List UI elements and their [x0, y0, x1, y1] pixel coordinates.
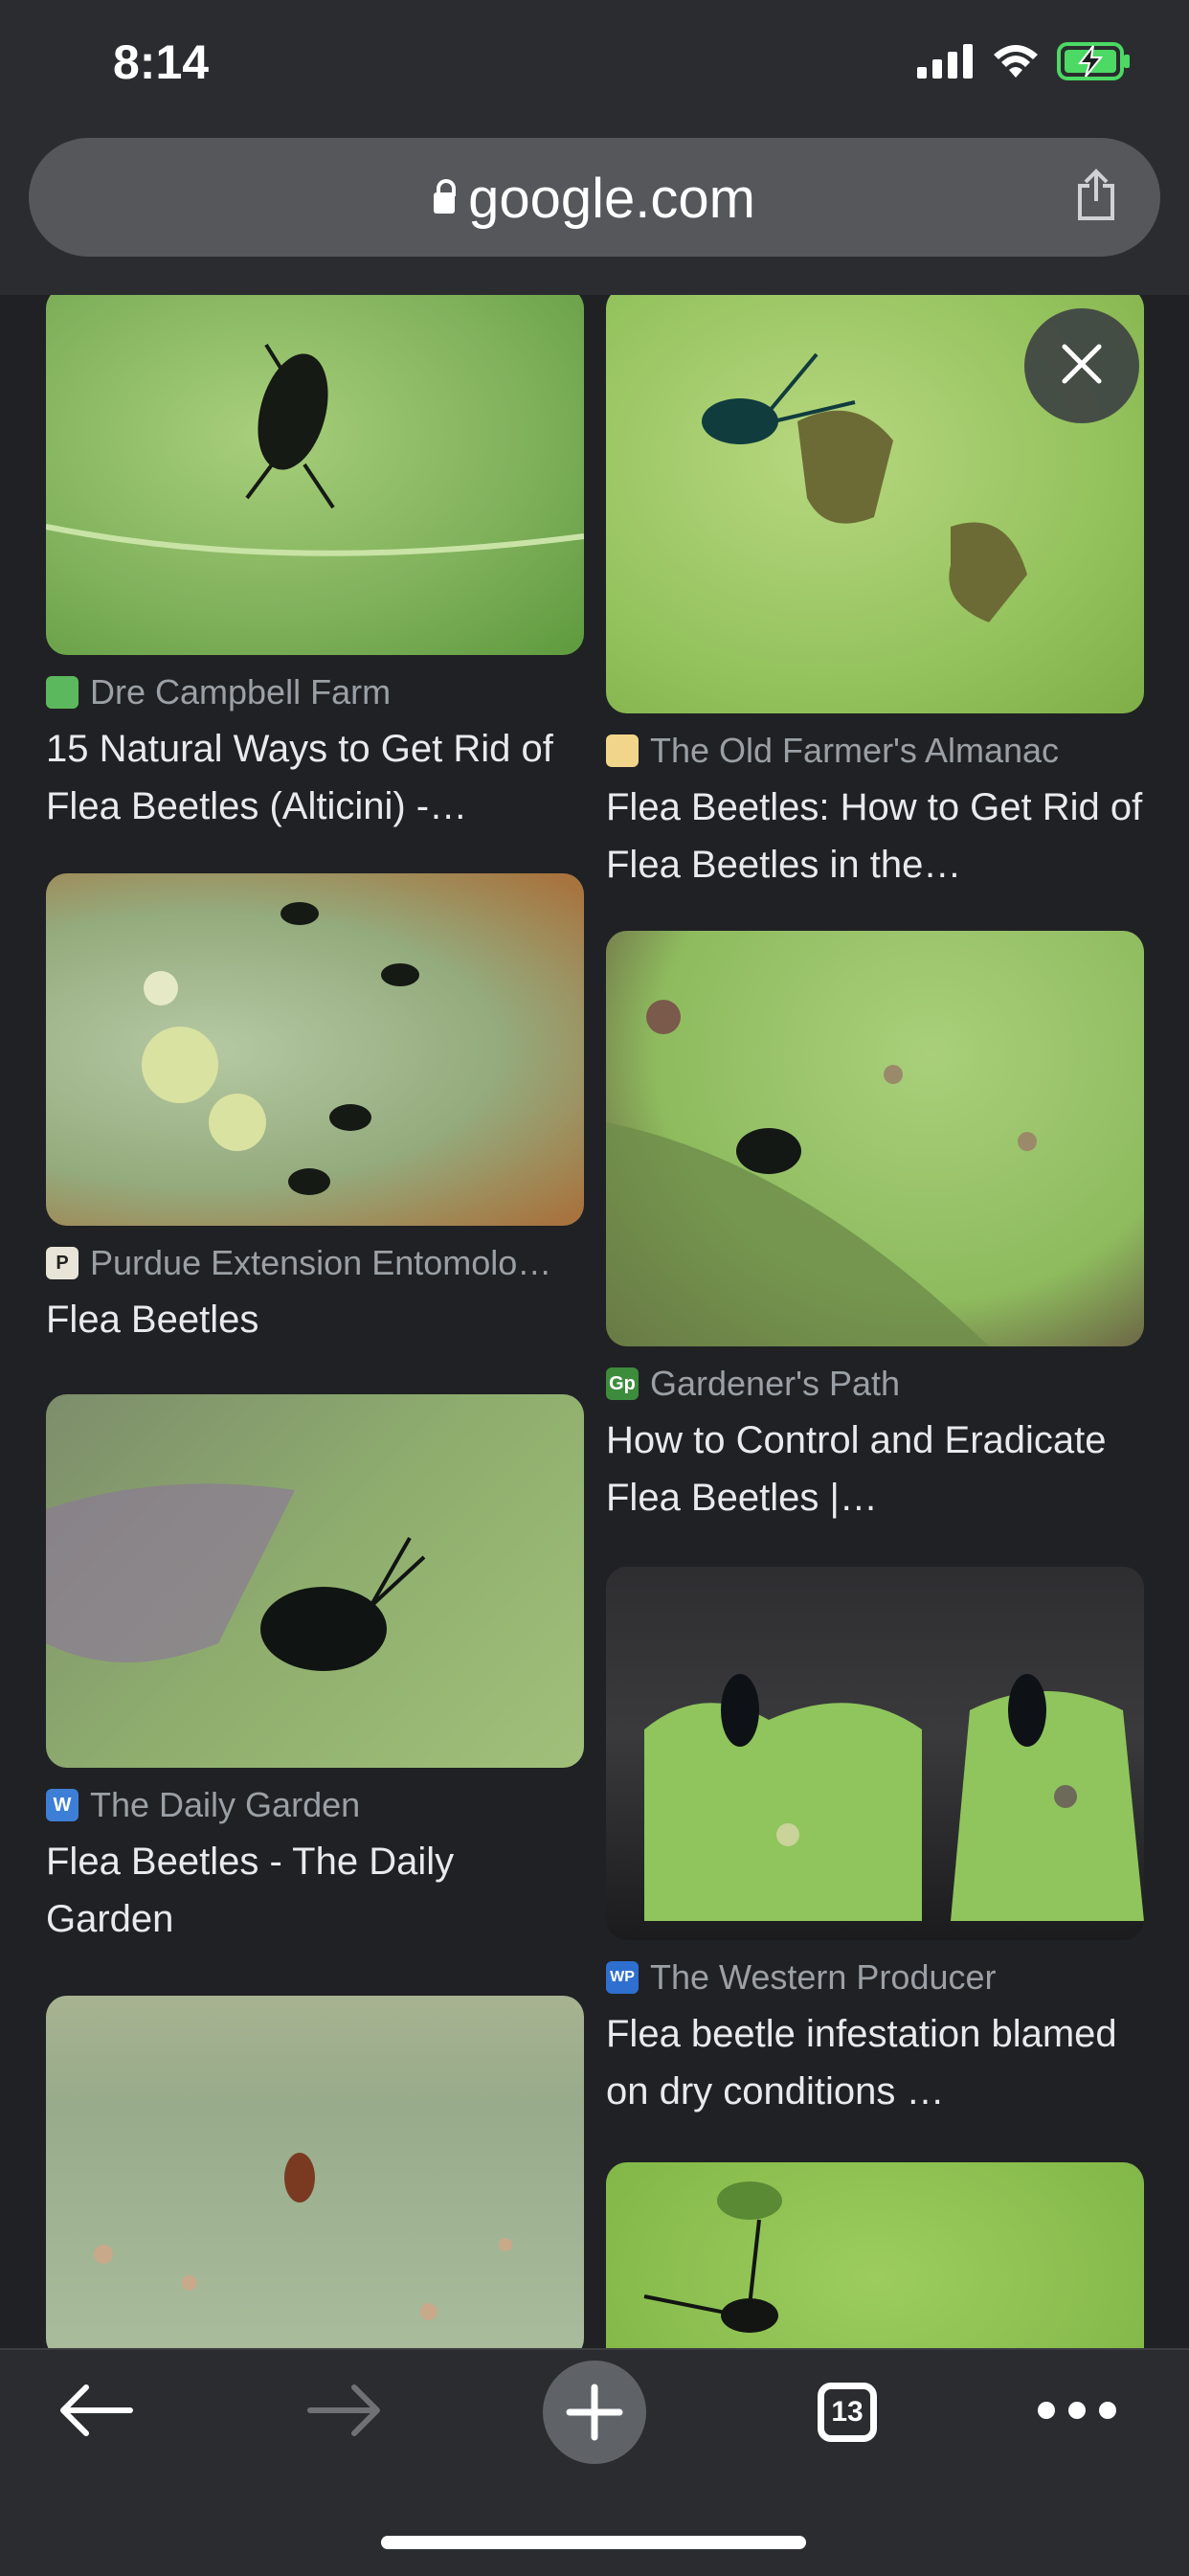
result-image[interactable]	[46, 1394, 584, 1768]
favicon-icon: Gp	[606, 1367, 639, 1400]
result-title[interactable]: Flea Beetles: How to Get Rid of Flea Bee…	[606, 779, 1144, 893]
home-indicator[interactable]	[381, 2536, 806, 2549]
status-time: 8:14	[113, 35, 210, 89]
result-title[interactable]: Flea beetle infestation blamed on dry co…	[606, 2005, 1144, 2120]
result-title[interactable]: How to Control and Eradicate Flea Beetle…	[606, 1412, 1144, 1526]
new-tab-button[interactable]	[542, 2350, 647, 2474]
share-icon[interactable]	[1074, 169, 1118, 227]
result-source: The Old Farmer's Almanac	[650, 731, 1060, 770]
result-source: The Daily Garden	[90, 1785, 361, 1824]
tab-count: 13	[818, 2383, 877, 2442]
result-title[interactable]: 15 Natural Ways to Get Rid of Flea Beetl…	[46, 720, 584, 835]
address-bar[interactable]: google.com	[29, 138, 1160, 257]
more-menu-button[interactable]	[1024, 2350, 1130, 2474]
close-icon	[1061, 343, 1103, 390]
image-results-grid: Dre Campbell Farm 15 Natural Ways to Get…	[0, 295, 1189, 2348]
cellular-signal-icon	[917, 44, 975, 83]
more-dots-icon	[1037, 2401, 1117, 2425]
result-title[interactable]: Flea Beetles	[46, 1291, 584, 1348]
favicon-icon	[606, 734, 639, 767]
result-card[interactable]	[606, 2162, 1144, 2348]
result-image[interactable]	[46, 1996, 584, 2348]
forward-button[interactable]	[287, 2350, 402, 2474]
battery-charging-icon	[1057, 42, 1132, 85]
tab-switcher-button[interactable]: 13	[804, 2350, 890, 2474]
favicon-icon: WP	[606, 1961, 639, 1994]
result-card[interactable]: WP The Western Producer Flea beetle infes…	[606, 1567, 1144, 2120]
result-card[interactable]: Gp Gardener's Path How to Control and Era…	[606, 931, 1144, 1526]
result-source: The Western Producer	[650, 1957, 997, 1997]
favicon-icon: W	[46, 1789, 79, 1821]
wifi-icon	[992, 43, 1040, 84]
close-button[interactable]	[1024, 308, 1139, 423]
result-image[interactable]	[46, 295, 584, 655]
result-image[interactable]	[606, 1567, 1144, 1940]
result-source: Purdue Extension Entomolo…	[90, 1243, 552, 1282]
url-text: google.com	[468, 168, 755, 230]
forward-arrow-icon	[306, 2382, 383, 2444]
result-image[interactable]	[606, 931, 1144, 1346]
status-bar: 8:14	[0, 0, 1189, 134]
result-image[interactable]	[46, 873, 584, 1226]
result-title[interactable]: Flea Beetles - The Daily Garden	[46, 1833, 584, 1948]
result-image[interactable]	[606, 2162, 1144, 2348]
back-arrow-icon	[57, 2382, 134, 2444]
favicon-icon: P	[46, 1247, 79, 1279]
result-card[interactable]: W The Daily Garden Flea Beetles - The Dai…	[46, 1394, 584, 1948]
result-card[interactable]	[46, 1996, 584, 2348]
back-button[interactable]	[38, 2350, 153, 2474]
favicon-icon	[46, 676, 79, 709]
result-source: Dre Campbell Farm	[90, 672, 392, 712]
result-card[interactable]: P Purdue Extension Entomolo… Flea Beetles	[46, 873, 584, 1348]
result-card[interactable]: Dre Campbell Farm 15 Natural Ways to Get…	[46, 295, 584, 835]
plus-icon	[543, 2361, 646, 2464]
result-source: Gardener's Path	[650, 1364, 901, 1403]
lock-icon	[434, 179, 457, 214]
